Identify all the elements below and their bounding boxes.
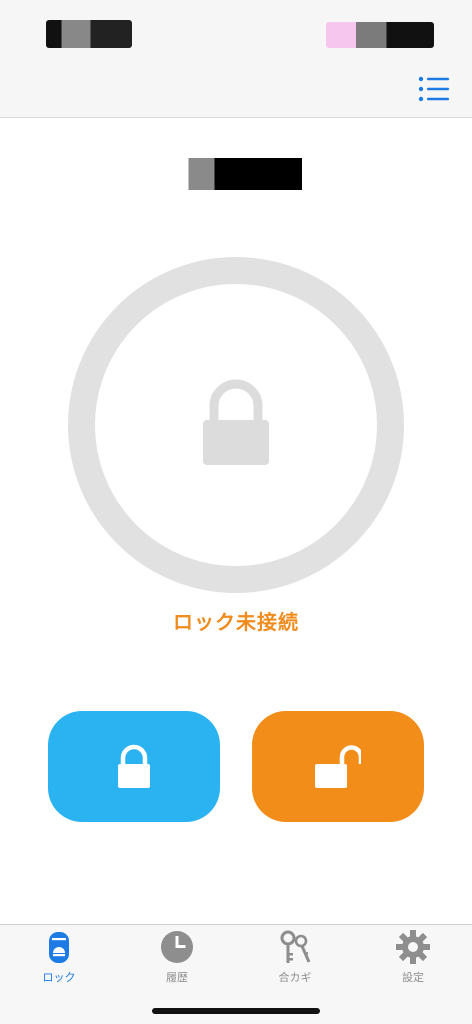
device-name-redacted: [184, 158, 302, 190]
gear-icon: [396, 930, 430, 964]
status-bar-redacted-left: [46, 20, 132, 48]
unlock-button[interactable]: [252, 711, 424, 822]
door-lock-icon: [49, 932, 69, 963]
padlock-icon: [200, 378, 272, 468]
tab-lock[interactable]: ロック: [0, 929, 118, 989]
keys-icon: [280, 930, 311, 963]
lock-status-text: ロック未接続: [173, 610, 299, 634]
tab-label: 設定: [402, 971, 424, 984]
menu-button[interactable]: [418, 76, 450, 102]
header-bar: [0, 0, 472, 118]
lock-closed-icon: [118, 744, 150, 788]
home-indicator: [152, 1008, 320, 1014]
tab-keys[interactable]: 合カギ: [236, 929, 354, 989]
lock-open-icon: [315, 744, 361, 788]
tab-label: 履歴: [166, 971, 188, 984]
status-bar-redacted-right: [326, 22, 434, 48]
tab-label: 合カギ: [278, 971, 312, 984]
tab-label: ロック: [42, 971, 76, 984]
tab-history[interactable]: 履歴: [118, 929, 236, 989]
device-name: [184, 158, 302, 190]
tab-settings[interactable]: 設定: [354, 929, 472, 989]
clock-icon: [161, 931, 193, 963]
list-icon: [418, 76, 449, 102]
lock-button[interactable]: [48, 711, 220, 822]
